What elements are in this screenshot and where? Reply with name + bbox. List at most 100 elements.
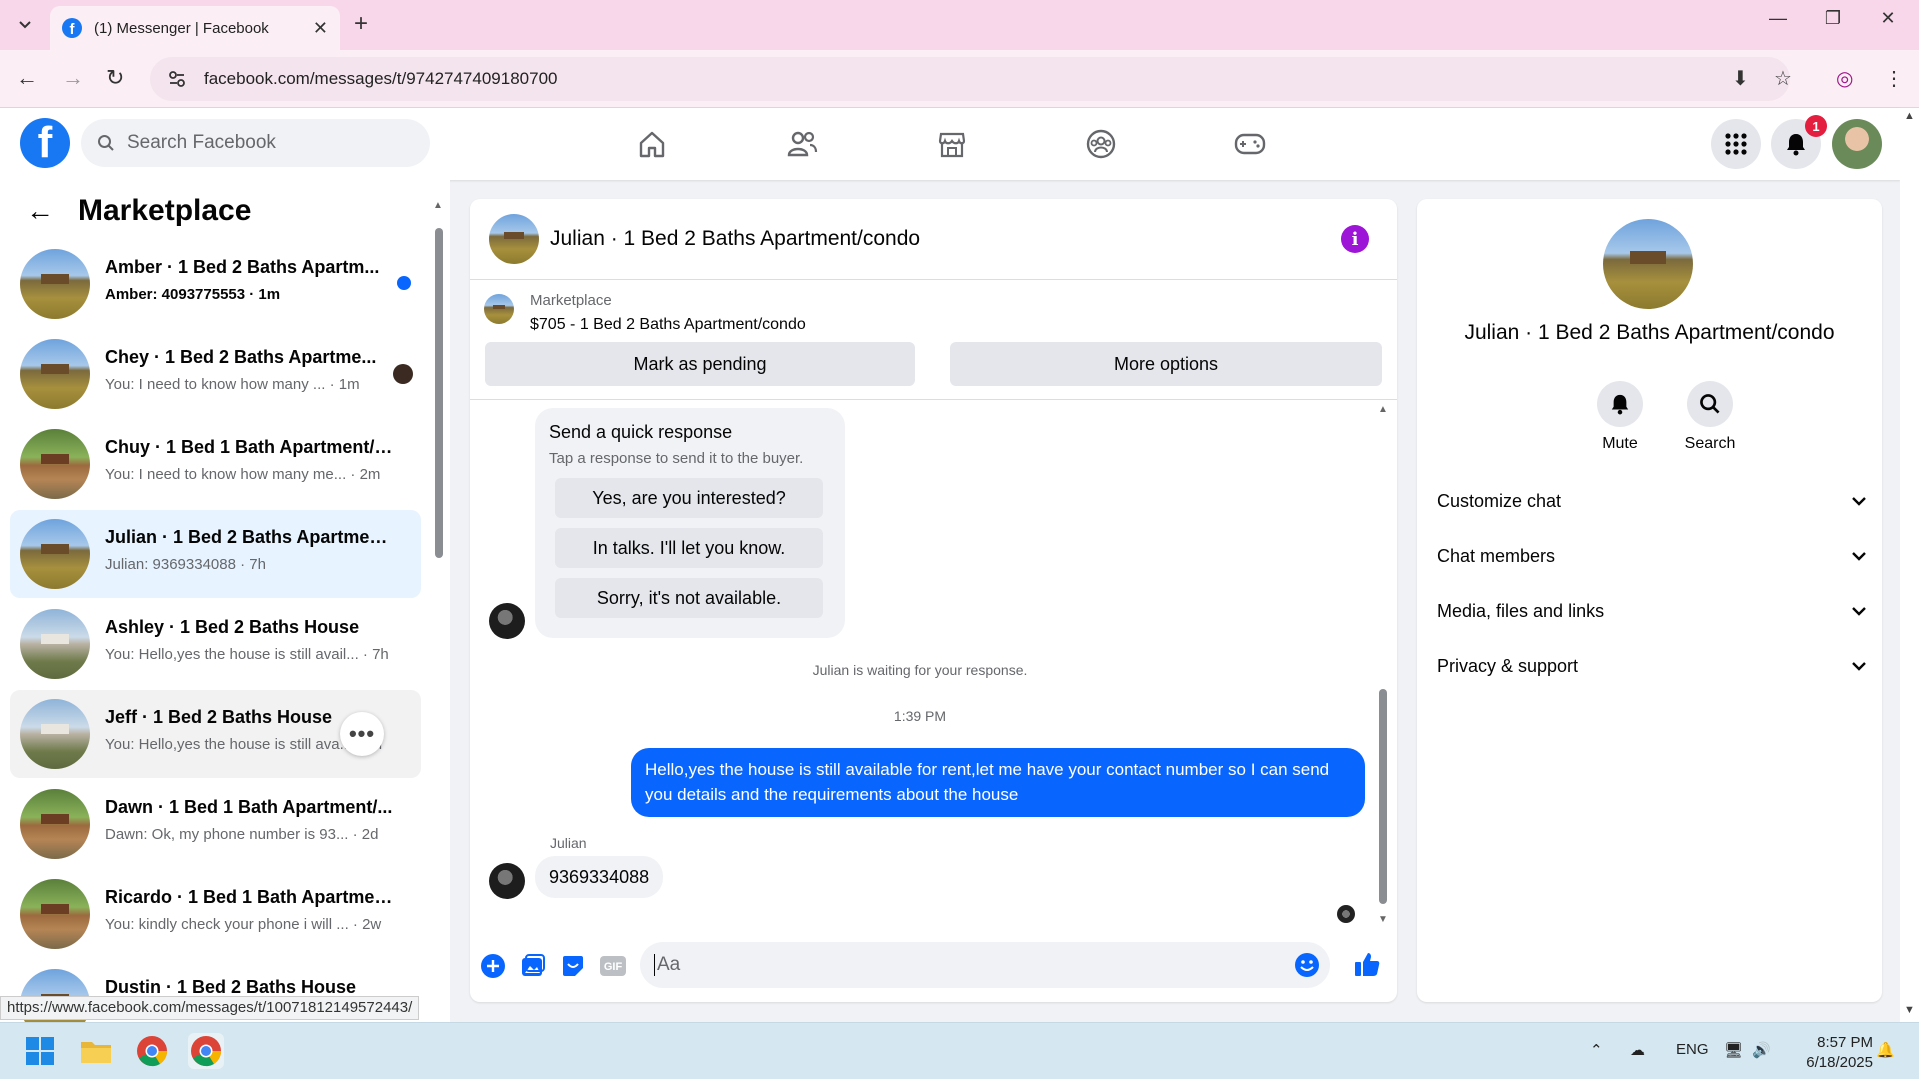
- scroll-down-icon[interactable]: ▼: [1904, 1004, 1915, 1016]
- conversation-preview: You: kindly check your phone i will ... …: [105, 916, 382, 933]
- facebook-search-input[interactable]: Search Facebook: [81, 119, 430, 167]
- message-input[interactable]: Aa: [640, 942, 1330, 988]
- conversation-item[interactable]: Amber · 1 Bed 2 Baths Apartm... Amber: 4…: [10, 240, 421, 328]
- browser-tab[interactable]: f (1) Messenger | Facebook ✕: [50, 6, 340, 50]
- chat-window: Julian · 1 Bed 2 Baths Apartment/condo i…: [470, 199, 1397, 1002]
- language-indicator[interactable]: ENG: [1676, 1041, 1709, 1058]
- conversation-preview: Julian: 9369334088 · 7h: [105, 556, 266, 573]
- marketplace-icon[interactable]: [934, 126, 970, 162]
- listing-label: Marketplace: [530, 292, 612, 309]
- outgoing-message[interactable]: Hello,yes the house is still available f…: [631, 748, 1365, 817]
- sender-avatar[interactable]: [489, 603, 525, 639]
- quick-response-option[interactable]: Yes, are you interested?: [555, 478, 823, 518]
- chat-avatar[interactable]: [489, 214, 539, 264]
- tab-search-dropdown[interactable]: [10, 12, 40, 38]
- chevron-down-icon: [1852, 607, 1866, 616]
- minimize-icon[interactable]: —: [1763, 8, 1793, 29]
- conversation-item[interactable]: Chuy · 1 Bed 1 Bath Apartment/c... You: …: [10, 420, 421, 508]
- scroll-down-icon[interactable]: ▼: [1378, 914, 1388, 925]
- conversation-item[interactable]: Dawn · 1 Bed 1 Bath Apartment/... Dawn: …: [10, 780, 421, 868]
- section-media-files-links[interactable]: Media, files and links: [1437, 591, 1867, 631]
- mute-button[interactable]: Mute: [1590, 381, 1650, 453]
- plus-circle-icon[interactable]: [479, 952, 507, 980]
- sticker-icon[interactable]: [559, 952, 587, 980]
- chrome-active-icon[interactable]: [188, 1033, 224, 1069]
- gaming-icon[interactable]: [1232, 126, 1268, 162]
- system-clock[interactable]: 8:57 PM 6/18/2025: [1797, 1033, 1873, 1073]
- search-icon: [98, 135, 114, 151]
- conversation-name: Ashley · 1 Bed 2 Baths House: [105, 617, 360, 637]
- section-privacy-support[interactable]: Privacy & support: [1437, 646, 1867, 686]
- info-icon[interactable]: i: [1341, 225, 1369, 253]
- account-avatar[interactable]: [1832, 119, 1882, 169]
- photo-icon[interactable]: [519, 952, 547, 980]
- facebook-header: f Search Facebook 1: [0, 108, 1900, 180]
- like-thumb-icon[interactable]: [1353, 950, 1381, 978]
- chat-title[interactable]: Julian · 1 Bed 2 Baths Apartment/condo: [550, 227, 920, 251]
- more-options-button[interactable]: More options: [950, 342, 1382, 386]
- friends-icon[interactable]: [784, 126, 820, 162]
- bell-icon: [1787, 134, 1805, 156]
- conversation-item[interactable]: Jeff · 1 Bed 2 Baths House You: Hello,ye…: [10, 690, 421, 778]
- sender-avatar[interactable]: [489, 863, 525, 899]
- cloud-offline-icon[interactable]: ☁: [1630, 1041, 1645, 1059]
- back-icon[interactable]: ←: [16, 65, 38, 91]
- conversation-item[interactable]: Chey · 1 Bed 2 Baths Apartme... You: I n…: [10, 330, 421, 418]
- profile-icon[interactable]: ◎: [1836, 66, 1853, 91]
- home-icon[interactable]: [634, 126, 670, 162]
- browser-menu-icon[interactable]: ⋮: [1884, 66, 1904, 91]
- conversation-options-button[interactable]: •••: [340, 712, 384, 756]
- restore-icon[interactable]: ❐: [1818, 8, 1848, 29]
- quick-response-option[interactable]: In talks. I'll let you know.: [555, 528, 823, 568]
- search-in-chat-button[interactable]: Search: [1680, 381, 1740, 453]
- groups-icon[interactable]: [1083, 126, 1119, 162]
- facebook-logo-icon[interactable]: f: [20, 118, 70, 168]
- waiting-notice: Julian is waiting for your response.: [812, 662, 1028, 678]
- bell-icon: [1611, 394, 1629, 415]
- clock-date: 6/18/2025: [1806, 1054, 1873, 1071]
- quick-response-option[interactable]: Sorry, it's not available.: [555, 578, 823, 618]
- network-icon[interactable]: 🖥: [1724, 1041, 1743, 1059]
- new-tab-icon[interactable]: +: [354, 10, 368, 38]
- close-window-icon[interactable]: ✕: [1873, 8, 1903, 29]
- scroll-up-icon[interactable]: ▲: [1904, 110, 1915, 122]
- search-placeholder: Search Facebook: [127, 132, 276, 153]
- conversation-item-selected[interactable]: Julian · 1 Bed 2 Baths Apartment... Juli…: [10, 510, 421, 598]
- emoji-icon[interactable]: [1294, 952, 1320, 983]
- bookmark-star-icon[interactable]: ☆: [1774, 66, 1792, 91]
- scrollbar-thumb[interactable]: [1379, 689, 1387, 904]
- chat-scrollbar[interactable]: ▲ ▼: [1375, 404, 1391, 929]
- section-customize-chat[interactable]: Customize chat: [1437, 481, 1867, 521]
- volume-icon[interactable]: 🔊: [1752, 1041, 1771, 1059]
- notification-bell-icon[interactable]: 🔔: [1876, 1041, 1895, 1059]
- scroll-up-icon[interactable]: ▲: [1378, 404, 1388, 415]
- back-arrow-icon[interactable]: ←: [26, 195, 54, 227]
- tray-chevron-up-icon[interactable]: ⌃: [1590, 1041, 1603, 1059]
- forward-icon[interactable]: →: [62, 65, 84, 91]
- windows-start-icon[interactable]: [22, 1033, 58, 1069]
- notifications-button[interactable]: 1: [1771, 115, 1827, 169]
- listing-detail[interactable]: $705 - 1 Bed 2 Baths Apartment/condo: [530, 316, 806, 334]
- unread-dot: [397, 276, 411, 290]
- link-hover-status: https://www.facebook.com/messages/t/1007…: [0, 996, 420, 1020]
- file-explorer-icon[interactable]: [78, 1033, 114, 1069]
- page-scrollbar[interactable]: ▲ ▼: [1900, 108, 1919, 1022]
- install-app-icon[interactable]: ⬇: [1732, 66, 1749, 91]
- scroll-up-icon[interactable]: ▲: [433, 200, 443, 211]
- section-chat-members[interactable]: Chat members: [1437, 536, 1867, 576]
- details-avatar[interactable]: [1603, 219, 1693, 309]
- conversation-item[interactable]: Ashley · 1 Bed 2 Baths House You: Hello,…: [10, 600, 421, 688]
- sender-name: Julian: [550, 835, 587, 851]
- sidebar-scrollbar[interactable]: ▲ ▼: [432, 198, 444, 1018]
- url-input[interactable]: facebook.com/messages/t/9742747409180700: [150, 57, 1790, 101]
- chrome-icon[interactable]: [134, 1033, 170, 1069]
- mark-as-pending-button[interactable]: Mark as pending: [485, 342, 915, 386]
- scrollbar-thumb[interactable]: [435, 228, 443, 558]
- site-settings-icon[interactable]: [168, 70, 186, 88]
- tab-close-icon[interactable]: ✕: [313, 18, 328, 39]
- reload-icon[interactable]: ↻: [106, 65, 124, 91]
- menu-grid-button[interactable]: [1711, 119, 1761, 169]
- conversation-item[interactable]: Ricardo · 1 Bed 1 Bath Apartmen... You: …: [10, 870, 421, 958]
- incoming-message[interactable]: 9369334088: [535, 856, 664, 898]
- gif-icon[interactable]: GIF: [599, 952, 627, 980]
